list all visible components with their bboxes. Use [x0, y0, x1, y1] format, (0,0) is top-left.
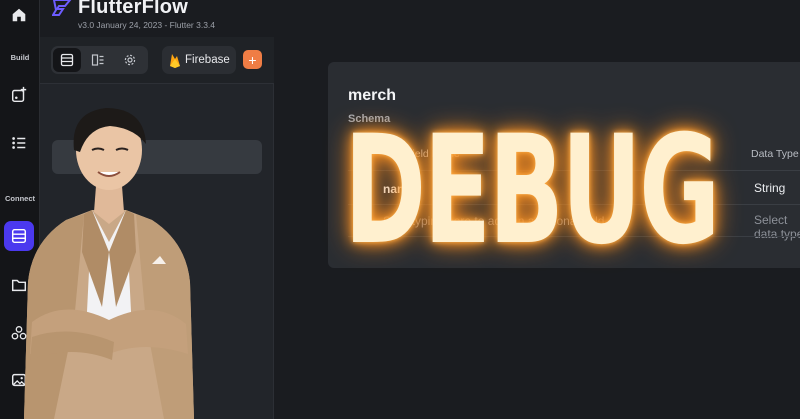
home-button[interactable]: [4, 0, 34, 30]
gear-icon: [124, 54, 136, 66]
app-name: FlutterFlow: [78, 0, 188, 18]
rail-section-build: Build: [10, 53, 30, 62]
settings-button[interactable]: [116, 48, 144, 72]
flutterflow-logo-icon: [52, 0, 72, 16]
table-icon: [60, 53, 74, 67]
data-type-header: Data Type: [751, 148, 799, 160]
screen: Build Connect FlutterFlow v3.0 January 2…: [0, 0, 800, 419]
firebase-label: Firebase: [185, 54, 230, 66]
columns-view-button[interactable]: [84, 48, 112, 72]
home-icon: [12, 8, 26, 22]
firebase-icon: [170, 53, 180, 68]
collection-title: merch: [348, 87, 397, 104]
add-collection-button[interactable]: +: [243, 50, 262, 69]
view-toggle: [51, 46, 148, 74]
data-type-cell[interactable]: String: [754, 181, 785, 195]
columns-icon: [91, 54, 104, 66]
app-version: v3.0 January 24, 2023 - Flutter 3.3.4: [78, 20, 216, 30]
panel-toolbar: Firebase +: [40, 37, 274, 84]
firebase-chip[interactable]: Firebase: [162, 46, 236, 74]
presenter-photo: [24, 108, 194, 419]
table-view-button[interactable]: [53, 48, 81, 72]
debug-overlay-title: DEBUG: [344, 104, 720, 278]
